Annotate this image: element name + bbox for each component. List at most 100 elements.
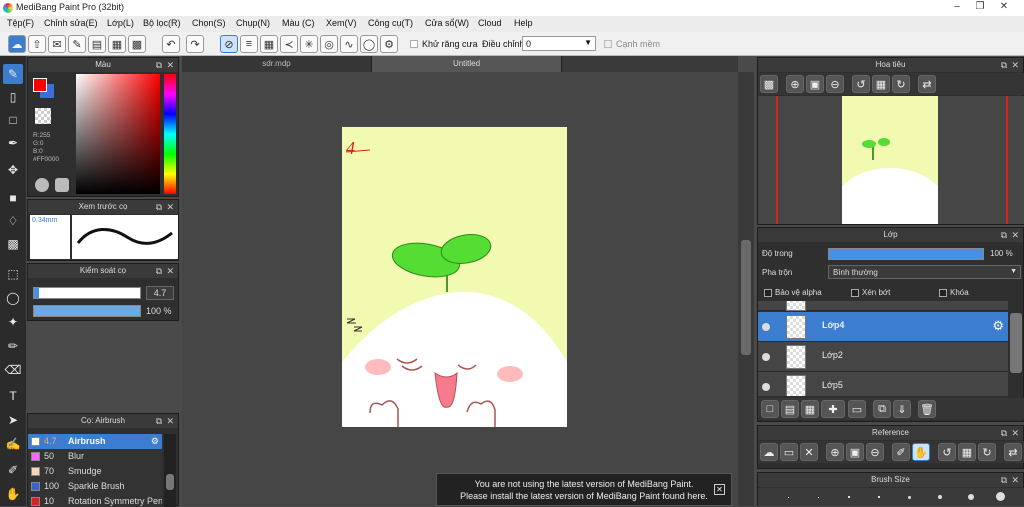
close-icon[interactable]: ✕ [166, 264, 174, 278]
snap-off-icon[interactable]: ⊘ [220, 35, 238, 53]
circle-snap-icon[interactable]: ◎ [320, 35, 338, 53]
zoom-in-icon[interactable]: ⊕ [786, 75, 804, 93]
zoom-out-icon[interactable]: ⊖ [826, 75, 844, 93]
float-icon[interactable]: ⧉ [156, 58, 162, 72]
pen-tool-icon[interactable]: ✒ [3, 133, 23, 153]
fit-icon[interactable]: ▣ [806, 75, 824, 93]
eye-icon[interactable] [762, 353, 770, 361]
close-icon[interactable]: ✕ [166, 414, 174, 428]
brush-item[interactable]: 100 Sparkle Brush [28, 479, 162, 494]
navigator-preview[interactable] [758, 96, 1024, 224]
new-halftone-layer-icon[interactable]: ▤ [781, 400, 799, 418]
lock-option[interactable]: Khóa [939, 288, 969, 297]
flip-icon[interactable]: ⇄ [1004, 443, 1022, 461]
magic-wand-tool-icon[interactable]: ✦ [3, 312, 23, 332]
parallel-snap-icon[interactable]: ≡ [240, 35, 258, 53]
folder-icon[interactable]: ▭ [848, 400, 866, 418]
close-icon[interactable]: ✕ [166, 58, 174, 72]
float-icon[interactable]: ⧉ [156, 414, 162, 428]
open-folder-icon[interactable]: ▭ [780, 443, 798, 461]
scroll-thumb[interactable] [741, 240, 751, 355]
bucket-tool-icon[interactable]: ♢ [3, 211, 23, 231]
eraser-tool-icon[interactable]: ▯ [3, 87, 23, 107]
cloud-icon[interactable]: ☁ [760, 443, 778, 461]
menu-color[interactable]: Màu (C) [282, 18, 315, 28]
merge-layer-icon[interactable]: ⇓ [893, 400, 911, 418]
close-icon[interactable]: ✕ [1011, 58, 1019, 72]
float-icon[interactable]: ⧉ [156, 264, 162, 278]
scroll-thumb[interactable] [166, 474, 174, 490]
close-button[interactable]: ✕ [992, 0, 1016, 14]
brush-tool-icon[interactable]: ✎ [3, 64, 23, 84]
lock-view-icon[interactable]: ▩ [760, 75, 778, 93]
brush-item[interactable]: 50 Blur [28, 449, 162, 464]
fill-rect-tool-icon[interactable]: ■ [3, 188, 23, 208]
size-preset[interactable] [818, 497, 819, 498]
cloud-icon[interactable]: ☁ [8, 35, 26, 53]
float-icon[interactable]: ⧉ [1001, 473, 1007, 487]
menu-cloud[interactable]: Cloud [478, 18, 502, 28]
menu-layer[interactable]: Lớp(L) [107, 18, 134, 28]
comment-icon[interactable]: ✎ [68, 35, 86, 53]
close-icon[interactable]: ✕ [1011, 228, 1019, 242]
clipping-checkbox[interactable] [851, 288, 859, 297]
layer-opacity-slider[interactable] [828, 248, 984, 260]
trash-icon[interactable]: 🗑 [918, 400, 936, 418]
hue-slider[interactable] [164, 74, 176, 194]
rotate-left-icon[interactable]: ↺ [938, 443, 956, 461]
size-preset[interactable] [788, 497, 789, 498]
transparent-swatch[interactable] [35, 108, 51, 124]
protect-alpha-checkbox[interactable] [764, 288, 772, 297]
pages-icon[interactable]: ▦ [108, 35, 126, 53]
float-icon[interactable]: ⧉ [1001, 228, 1007, 242]
menu-file[interactable]: Tệp(F) [7, 18, 34, 28]
foreground-color-swatch[interactable] [33, 78, 47, 92]
brush-item[interactable]: 10 Rotation Symmetry Pen [28, 494, 162, 507]
minimize-button[interactable]: – [945, 0, 969, 14]
chat-icon[interactable]: ✉ [48, 35, 66, 53]
size-preset[interactable] [938, 495, 942, 499]
close-icon[interactable]: ✕ [714, 484, 725, 495]
eyedropper-icon[interactable]: ✐ [892, 443, 910, 461]
text-tool-icon[interactable]: T [3, 386, 23, 406]
brush-item[interactable]: 70 Smudge [28, 464, 162, 479]
size-preset[interactable] [908, 496, 911, 499]
swatch-icon[interactable] [55, 178, 69, 192]
tab-untitled[interactable]: Untitled [372, 56, 562, 72]
layer-row-selected[interactable]: Lớp4 ⚙ [758, 312, 1008, 342]
menu-view[interactable]: Xem(V) [326, 18, 357, 28]
saturation-value-picker[interactable] [76, 74, 160, 194]
palette-icon[interactable] [35, 178, 49, 192]
select-pen-tool-icon[interactable]: ✏ [3, 336, 23, 356]
menu-edit[interactable]: Chỉnh sửa(E) [44, 18, 98, 28]
gear-icon[interactable]: ⚙ [151, 434, 159, 449]
eye-icon[interactable] [762, 323, 770, 331]
close-icon[interactable]: ✕ [1011, 473, 1019, 487]
redo-icon[interactable]: ↷ [186, 35, 204, 53]
layer-scrollbar[interactable] [1010, 313, 1022, 373]
float-icon[interactable]: ⧉ [1001, 58, 1007, 72]
rotate-right-icon[interactable]: ↻ [978, 443, 996, 461]
drawing-canvas[interactable]: 4 [342, 127, 567, 427]
menu-tools[interactable]: Công cụ(T) [368, 18, 413, 28]
gear-icon[interactable]: ⚙ [992, 318, 1004, 334]
brush-item[interactable]: 4.7 Airbrush ⚙ [28, 434, 162, 449]
radial-snap-icon[interactable]: ✳ [300, 35, 318, 53]
add-layer-menu-icon[interactable]: ✚ [821, 400, 845, 418]
eye-icon[interactable] [762, 383, 770, 391]
lock-checkbox[interactable] [939, 288, 947, 297]
grid-icon[interactable]: ▩ [128, 35, 146, 53]
layer-row[interactable]: Lớp5 [758, 372, 1008, 396]
lasso-tool-icon[interactable]: ◯ [3, 288, 23, 308]
document-icon[interactable]: ▤ [88, 35, 106, 53]
menu-window[interactable]: Cửa sổ(W) [425, 18, 469, 28]
cross-snap-icon[interactable]: ▦ [260, 35, 278, 53]
menu-capture[interactable]: Chụp(N) [236, 18, 270, 28]
brush-list-scrollbar[interactable] [164, 434, 176, 507]
size-preset[interactable] [968, 494, 974, 500]
close-icon[interactable]: ✕ [1011, 426, 1019, 440]
ellipse-snap-icon[interactable]: ◯ [360, 35, 378, 53]
zoom-out-icon[interactable]: ⊖ [866, 443, 884, 461]
menu-select[interactable]: Chọn(S) [192, 18, 226, 28]
canvas-vertical-scrollbar[interactable] [738, 72, 754, 506]
